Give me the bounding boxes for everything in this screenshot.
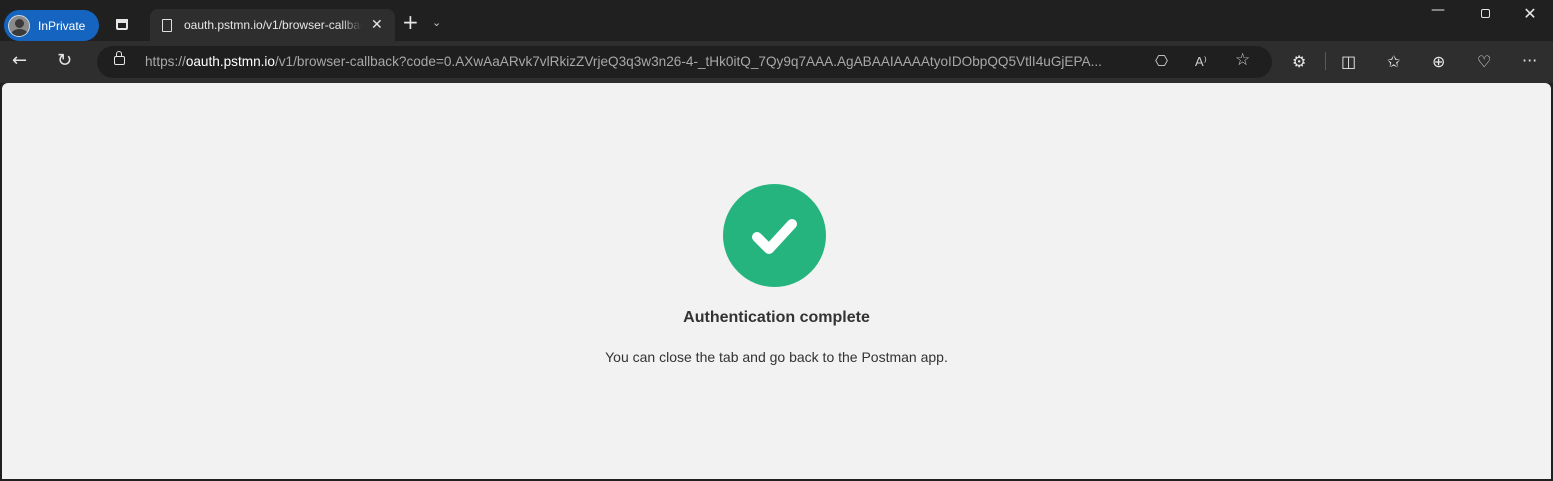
- app-available-icon[interactable]: ⎔: [1155, 52, 1168, 70]
- minimize-icon[interactable]: —: [1428, 2, 1448, 18]
- page-content: Authentication complete You can close th…: [2, 83, 1551, 479]
- close-window-icon[interactable]: ✕: [1520, 4, 1540, 23]
- maximize-icon[interactable]: [1475, 6, 1495, 22]
- navigation-toolbar: ← ↻ https://oauth.pstmn.io/v1/browser-ca…: [0, 41, 1553, 83]
- browser-window: InPrivate oauth.pstmn.io/v1/browser-call…: [0, 0, 1553, 481]
- active-tab[interactable]: oauth.pstmn.io/v1/browser-callback?code=…: [150, 9, 395, 41]
- lock-icon[interactable]: [114, 51, 125, 65]
- more-icon[interactable]: ···: [1522, 51, 1537, 70]
- split-screen-icon[interactable]: ◫: [1341, 52, 1356, 71]
- url-text[interactable]: https://oauth.pstmn.io/v1/browser-callba…: [145, 54, 1147, 69]
- heartbeat-icon[interactable]: ♡: [1477, 52, 1491, 71]
- url-path: /v1/browser-callback?code=0.AXwAaARvk7vl…: [274, 54, 1102, 69]
- favorites-icon[interactable]: ✩: [1387, 52, 1400, 71]
- close-tab-icon[interactable]: ✕: [371, 17, 383, 33]
- collections-icon[interactable]: ⊕: [1432, 52, 1445, 71]
- tab-list-chevron-icon[interactable]: ⌄: [432, 16, 441, 29]
- reload-icon[interactable]: ↻: [57, 50, 72, 71]
- address-bar[interactable]: https://oauth.pstmn.io/v1/browser-callba…: [97, 46, 1272, 78]
- profile-avatar-icon: [8, 14, 30, 37]
- success-check-icon: [723, 184, 826, 287]
- tab-bar: InPrivate oauth.pstmn.io/v1/browser-call…: [0, 0, 1553, 41]
- inprivate-label: InPrivate: [38, 18, 86, 33]
- inprivate-button[interactable]: InPrivate: [4, 10, 99, 41]
- checkmark-icon: [752, 219, 797, 254]
- page-heading: Authentication complete: [683, 309, 870, 326]
- url-scheme: https://: [145, 54, 186, 69]
- new-tab-icon[interactable]: +: [402, 12, 419, 32]
- url-host: oauth.pstmn.io: [185, 54, 275, 69]
- page-icon: [162, 18, 172, 32]
- page-message: You can close the tab and go back to the…: [605, 349, 948, 365]
- extensions-icon[interactable]: ⚙: [1292, 52, 1306, 71]
- tab-actions-icon[interactable]: [113, 17, 133, 37]
- star-icon[interactable]: ☆: [1235, 50, 1250, 70]
- back-arrow-icon[interactable]: ←: [12, 50, 27, 71]
- toolbar-divider: [1325, 52, 1326, 70]
- read-aloud-icon[interactable]: A⁾: [1195, 54, 1207, 70]
- tab-title: oauth.pstmn.io/v1/browser-callback?code=…: [184, 18, 362, 32]
